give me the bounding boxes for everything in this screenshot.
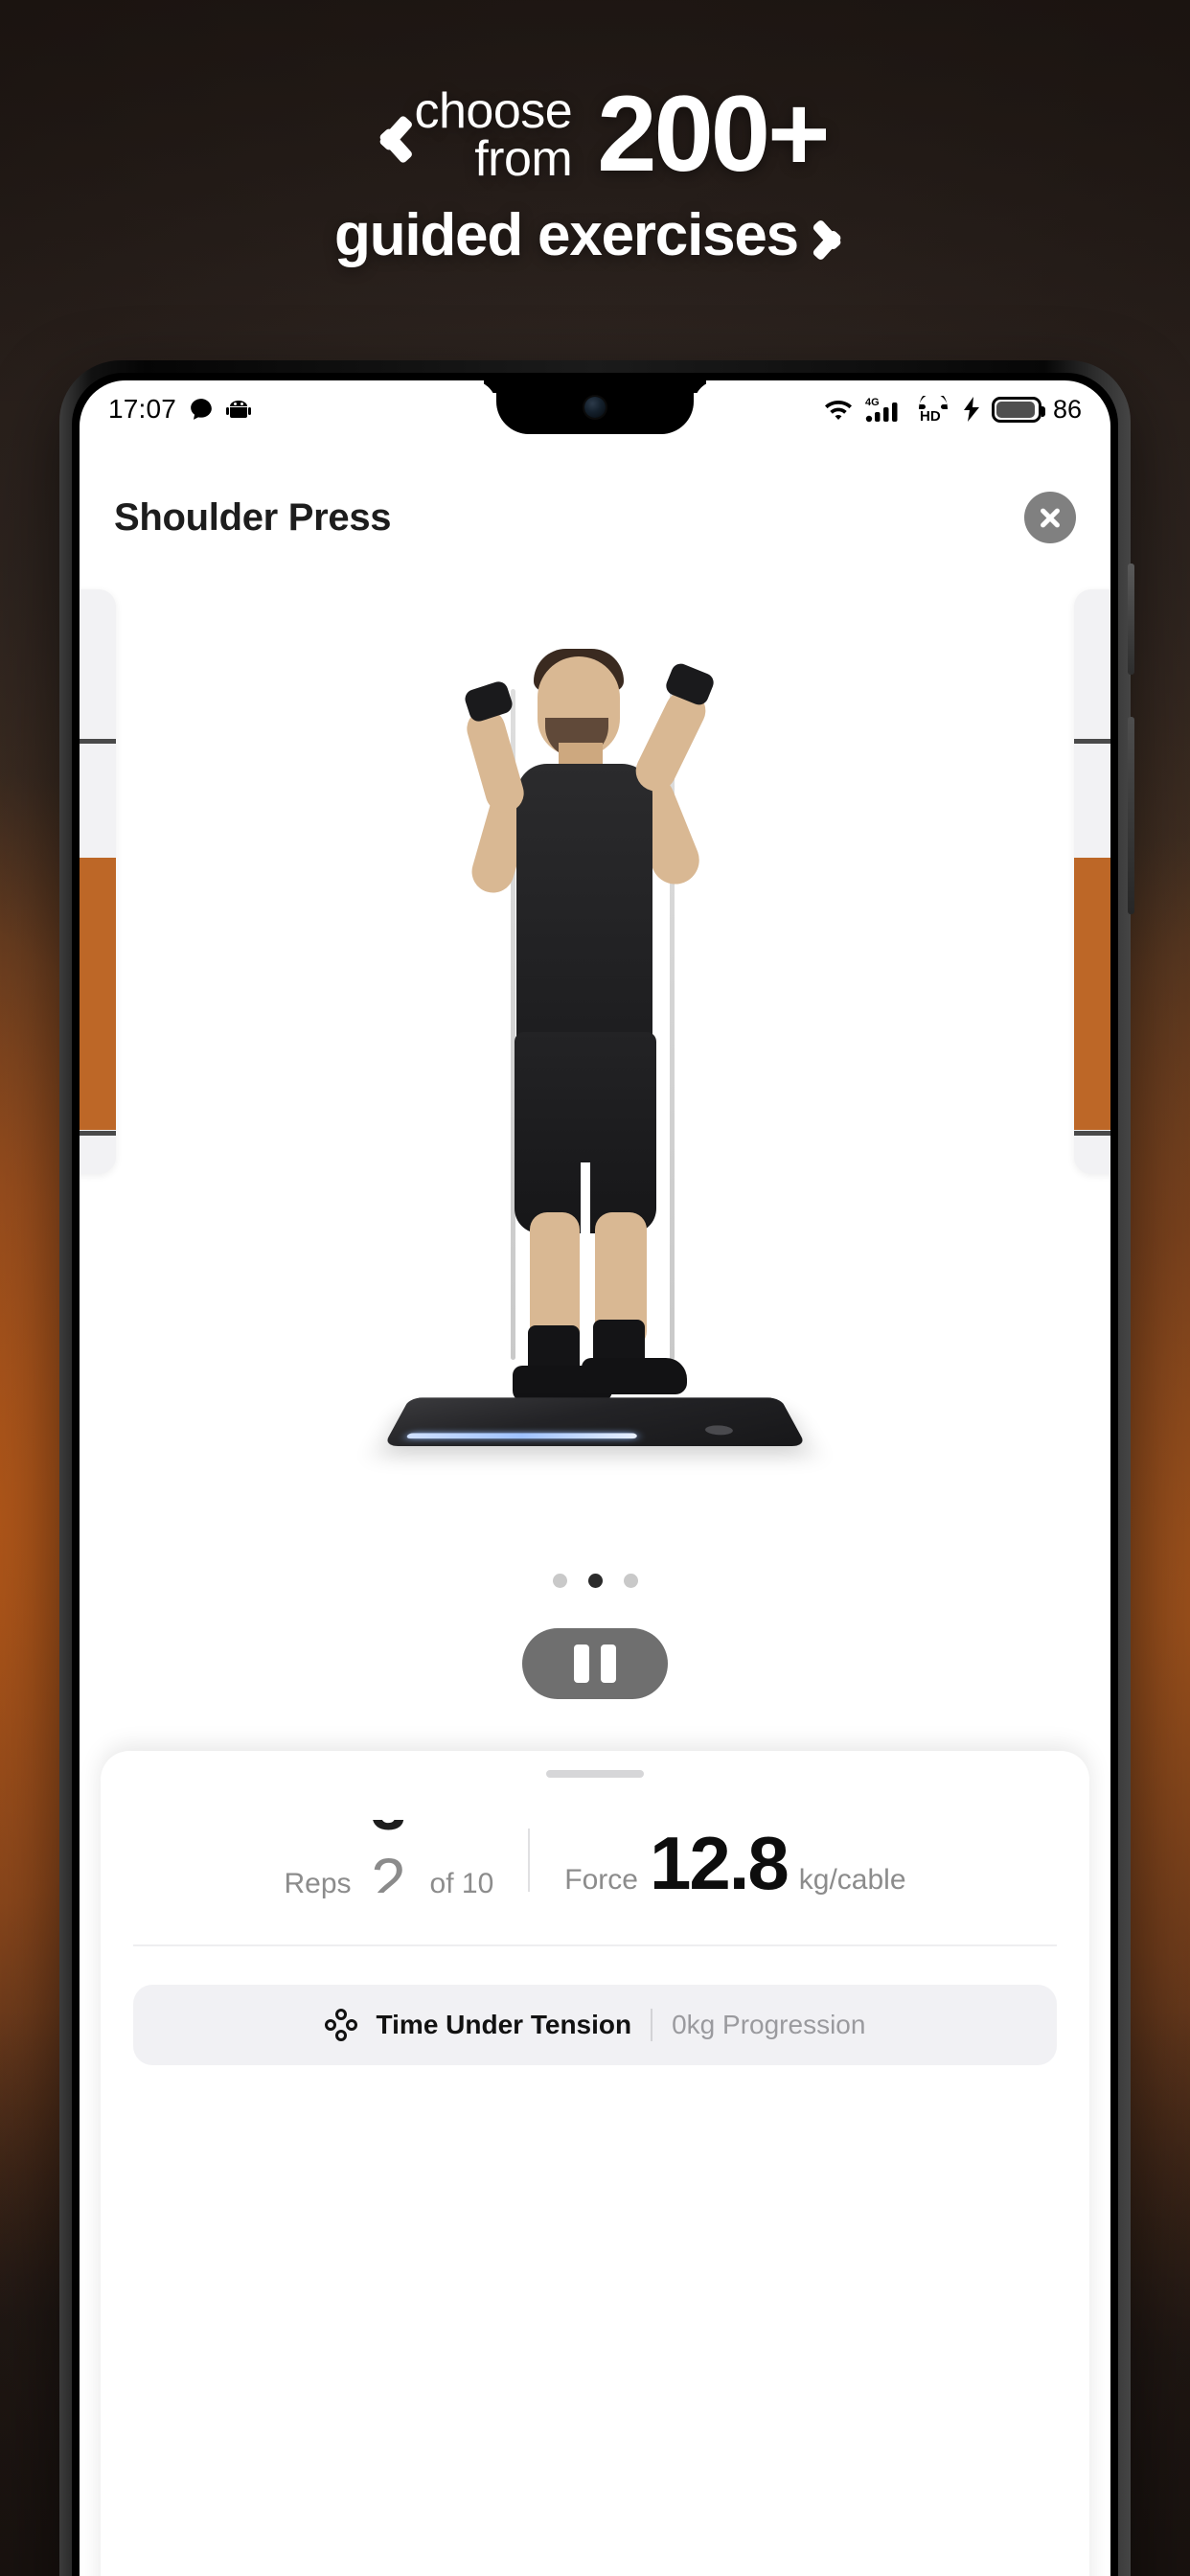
chat-bubble-icon xyxy=(189,397,214,422)
screen-notch xyxy=(496,380,694,434)
reps-value-previous: 3 xyxy=(371,1820,406,1839)
promo-word-from: from xyxy=(474,130,573,187)
figure-shorts xyxy=(515,1032,656,1233)
time-under-tension-chip[interactable]: Time Under Tension 0kg Progression xyxy=(133,1985,1057,2065)
phone-device-frame: 17:07 4G HD 86 Shoulder Press Reps 2 of … xyxy=(59,360,1134,2576)
arm-left-forearm xyxy=(462,704,529,817)
carousel-dots[interactable] xyxy=(80,1574,1110,1588)
reps-stat: Reps 3 2 of 10 xyxy=(284,1820,528,1900)
charging-bolt-icon xyxy=(963,397,980,422)
stats-row: Reps 3 2 of 10 Force 12.8 kg/cable xyxy=(101,1778,1089,1900)
force-label: Force xyxy=(564,1864,638,1896)
reps-value-current: 2 xyxy=(371,1845,406,1893)
sheet-divider xyxy=(133,1944,1057,1946)
promo-line-1: choose from 200+ xyxy=(0,73,1190,194)
svg-text:HD: HD xyxy=(920,408,941,423)
carousel-dot-3[interactable] xyxy=(623,1574,638,1588)
pause-icon-bar-left xyxy=(574,1644,589,1683)
right-force-gauge xyxy=(1074,589,1110,1174)
chevron-left-icon xyxy=(363,104,407,168)
cable-handle-left xyxy=(462,678,515,724)
pause-button[interactable] xyxy=(522,1628,668,1699)
promo-small-words: choose from xyxy=(414,83,573,187)
sheet-drag-handle[interactable] xyxy=(546,1770,644,1778)
gauge-separator xyxy=(1074,1131,1110,1136)
reps-total-label: of 10 xyxy=(429,1868,494,1899)
volte-hd-icon: HD xyxy=(915,396,951,423)
promo-word-choose: choose xyxy=(414,83,573,139)
status-bar-left: 17:07 xyxy=(108,394,252,425)
gauge-separator xyxy=(80,739,116,744)
chevron-right-icon xyxy=(815,210,856,265)
power-button[interactable] xyxy=(1128,564,1134,675)
status-clock: 17:07 xyxy=(108,394,177,424)
exercise-demo-figure xyxy=(383,630,807,1447)
force-stat: Force 12.8 kg/cable xyxy=(530,1826,905,1900)
pause-icon-bar-right xyxy=(601,1644,616,1683)
wifi-icon xyxy=(823,397,854,422)
gauge-separator xyxy=(80,1131,116,1136)
battery-icon xyxy=(991,396,1045,423)
figure-shoe-right xyxy=(582,1358,687,1394)
signal-bars-icon: 4G xyxy=(865,396,904,423)
battery-percent-label: 86 xyxy=(1052,394,1082,424)
volume-button[interactable] xyxy=(1128,717,1134,914)
gauge-fill-right xyxy=(1074,858,1110,1130)
promo-guided-exercises: guided exercises xyxy=(334,201,799,268)
promo-line-2: guided exercises xyxy=(0,201,1190,269)
gauge-fill-left xyxy=(80,858,116,1130)
status-bar-right: 4G HD 86 xyxy=(823,395,1082,425)
reps-counter: 3 2 xyxy=(355,1820,423,1893)
close-button[interactable] xyxy=(1024,492,1076,543)
promo-headline: choose from 200+ guided exercises xyxy=(0,73,1190,269)
platform-port xyxy=(703,1425,735,1436)
four-dots-icon xyxy=(324,2009,357,2041)
force-unit-label: kg/cable xyxy=(798,1864,906,1896)
carousel-dot-2[interactable] xyxy=(587,1574,603,1588)
svg-text:4G: 4G xyxy=(865,397,880,408)
figure-torso xyxy=(516,764,652,1051)
force-value: 12.8 xyxy=(649,1821,790,1905)
exercise-media-stage xyxy=(80,572,1110,1540)
left-force-gauge xyxy=(80,589,116,1174)
tut-chip-label: Time Under Tension xyxy=(376,2010,632,2039)
platform-led-strip xyxy=(405,1433,638,1439)
gauge-separator xyxy=(1074,739,1110,744)
page-title: Shoulder Press xyxy=(114,495,392,539)
exercise-platform xyxy=(383,1397,807,1447)
tut-chip-divider xyxy=(651,2009,653,2041)
phone-bezel: 17:07 4G HD 86 Shoulder Press Reps 2 of … xyxy=(72,373,1118,2576)
battery-fill xyxy=(995,401,1035,418)
close-icon xyxy=(1038,505,1063,530)
bottom-sheet: Reps 3 2 of 10 Force 12.8 kg/cable xyxy=(101,1751,1089,2576)
carousel-dot-1[interactable] xyxy=(552,1574,567,1588)
front-camera-icon xyxy=(584,397,606,418)
app-header: Shoulder Press xyxy=(80,472,1110,563)
tut-chip-sublabel: 0kg Progression xyxy=(672,2010,866,2039)
reps-label: Reps xyxy=(284,1868,352,1899)
promo-big-number: 200+ xyxy=(597,73,830,194)
android-robot-icon xyxy=(226,400,252,419)
phone-screen: 17:07 4G HD 86 Shoulder Press Reps 2 of … xyxy=(80,380,1110,2576)
